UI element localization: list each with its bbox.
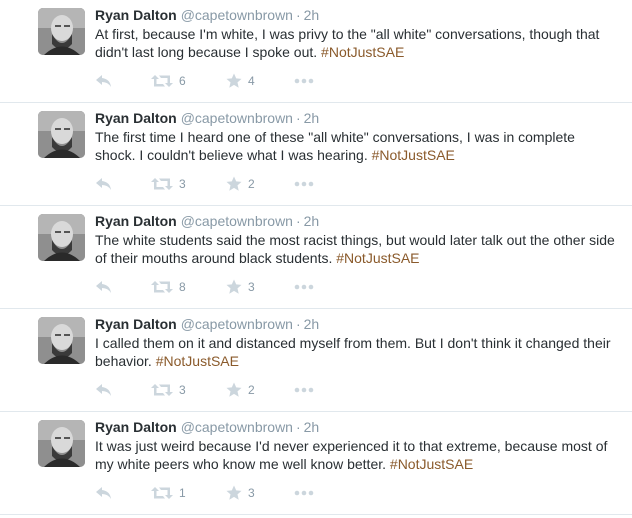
more-button[interactable] <box>294 174 314 194</box>
tweet-item[interactable]: Ryan Dalton @capetownbrown · 2h I called th… <box>0 309 632 412</box>
reply-icon <box>95 280 113 294</box>
retweet-icon <box>151 177 173 191</box>
separator-dot: · <box>295 213 301 229</box>
more-dots-icon <box>294 284 314 290</box>
author-handle[interactable]: @capetownbrown <box>181 7 293 23</box>
tweet-timestamp[interactable]: 2h <box>304 110 320 126</box>
favorite-count: 2 <box>248 177 255 191</box>
tweet-timestamp[interactable]: 2h <box>304 7 320 23</box>
reply-icon <box>95 74 113 88</box>
tweet-actions: 1 3 <box>95 483 335 503</box>
reply-button[interactable] <box>95 380 113 400</box>
separator-dot: · <box>295 7 301 23</box>
retweet-count: 3 <box>179 383 186 397</box>
hashtag-link[interactable]: #NotJustSAE <box>321 44 404 60</box>
author-name[interactable]: Ryan Dalton <box>95 316 177 332</box>
retweet-button[interactable]: 1 <box>151 483 186 503</box>
favorite-button[interactable]: 2 <box>226 174 255 194</box>
retweet-count: 3 <box>179 177 186 191</box>
author-handle[interactable]: @capetownbrown <box>181 316 293 332</box>
reply-icon <box>95 383 113 397</box>
more-dots-icon <box>294 78 314 84</box>
favorite-star-icon <box>226 176 242 192</box>
tweet-body: The first time I heard one of these "all… <box>95 129 575 163</box>
avatar[interactable] <box>38 317 85 364</box>
avatar[interactable] <box>38 111 85 158</box>
tweet-text: I called them on it and distanced myself… <box>95 334 615 370</box>
tweet-actions: 6 4 <box>95 71 335 91</box>
separator-dot: · <box>295 110 301 126</box>
separator-dot: · <box>295 419 301 435</box>
tweet-item[interactable]: Ryan Dalton @capetownbrown · 2h At first, b… <box>0 0 632 103</box>
tweet-text: At first, because I'm white, I was privy… <box>95 25 615 61</box>
retweet-icon <box>151 280 173 294</box>
avatar[interactable] <box>38 214 85 261</box>
more-dots-icon <box>294 181 314 187</box>
tweet-actions: 3 2 <box>95 380 335 400</box>
favorite-star-icon <box>226 73 242 89</box>
reply-button[interactable] <box>95 174 113 194</box>
author-handle[interactable]: @capetownbrown <box>181 110 293 126</box>
favorite-button[interactable]: 2 <box>226 380 255 400</box>
author-name[interactable]: Ryan Dalton <box>95 7 177 23</box>
more-button[interactable] <box>294 380 314 400</box>
tweet-actions: 8 3 <box>95 277 335 297</box>
tweet-body: It was just weird because I'd never expe… <box>95 438 608 472</box>
retweet-count: 1 <box>179 486 186 500</box>
author-handle[interactable]: @capetownbrown <box>181 419 293 435</box>
favorite-star-icon <box>226 382 242 398</box>
favorite-star-icon <box>226 279 242 295</box>
tweet-item[interactable]: Ryan Dalton @capetownbrown · 2h The white s… <box>0 206 632 309</box>
more-dots-icon <box>294 387 314 393</box>
retweet-icon <box>151 486 173 500</box>
retweet-button[interactable]: 6 <box>151 71 186 91</box>
more-button[interactable] <box>294 483 314 503</box>
avatar[interactable] <box>38 8 85 55</box>
hashtag-link[interactable]: #NotJustSAE <box>372 147 455 163</box>
tweet-timestamp[interactable]: 2h <box>304 316 320 332</box>
separator-dot: · <box>295 316 301 332</box>
reply-icon <box>95 486 113 500</box>
favorite-button[interactable]: 3 <box>226 277 255 297</box>
retweet-button[interactable]: 3 <box>151 380 186 400</box>
reply-button[interactable] <box>95 277 113 297</box>
retweet-count: 8 <box>179 280 186 294</box>
author-name[interactable]: Ryan Dalton <box>95 110 177 126</box>
tweet-timeline: Ryan Dalton @capetownbrown · 2h At first, b… <box>0 0 632 518</box>
favorite-count: 3 <box>248 280 255 294</box>
more-dots-icon <box>294 490 314 496</box>
favorite-count: 2 <box>248 383 255 397</box>
tweet-text: It was just weird because I'd never expe… <box>95 437 615 473</box>
author-handle[interactable]: @capetownbrown <box>181 213 293 229</box>
retweet-count: 6 <box>179 74 186 88</box>
favorite-count: 3 <box>248 486 255 500</box>
reply-button[interactable] <box>95 483 113 503</box>
tweet-text: The white students said the most racist … <box>95 231 615 267</box>
avatar[interactable] <box>38 420 85 467</box>
author-name[interactable]: Ryan Dalton <box>95 419 177 435</box>
tweet-timestamp[interactable]: 2h <box>304 213 320 229</box>
favorite-star-icon <box>226 485 242 501</box>
tweet-timestamp[interactable]: 2h <box>304 419 320 435</box>
tweet-item[interactable]: Ryan Dalton @capetownbrown · 2h The first t… <box>0 103 632 206</box>
hashtag-link[interactable]: #NotJustSAE <box>390 456 473 472</box>
favorite-button[interactable]: 4 <box>226 71 255 91</box>
retweet-icon <box>151 74 173 88</box>
hashtag-link[interactable]: #NotJustSAE <box>336 250 419 266</box>
more-button[interactable] <box>294 71 314 91</box>
retweet-icon <box>151 383 173 397</box>
tweet-text: The first time I heard one of these "all… <box>95 128 615 164</box>
favorite-count: 4 <box>248 74 255 88</box>
tweet-item[interactable]: Ryan Dalton @capetownbrown · 2h It was just… <box>0 412 632 515</box>
reply-icon <box>95 177 113 191</box>
hashtag-link[interactable]: #NotJustSAE <box>156 353 239 369</box>
author-name[interactable]: Ryan Dalton <box>95 213 177 229</box>
more-button[interactable] <box>294 277 314 297</box>
tweet-actions: 3 2 <box>95 174 335 194</box>
retweet-button[interactable]: 8 <box>151 277 186 297</box>
favorite-button[interactable]: 3 <box>226 483 255 503</box>
reply-button[interactable] <box>95 71 113 91</box>
retweet-button[interactable]: 3 <box>151 174 186 194</box>
